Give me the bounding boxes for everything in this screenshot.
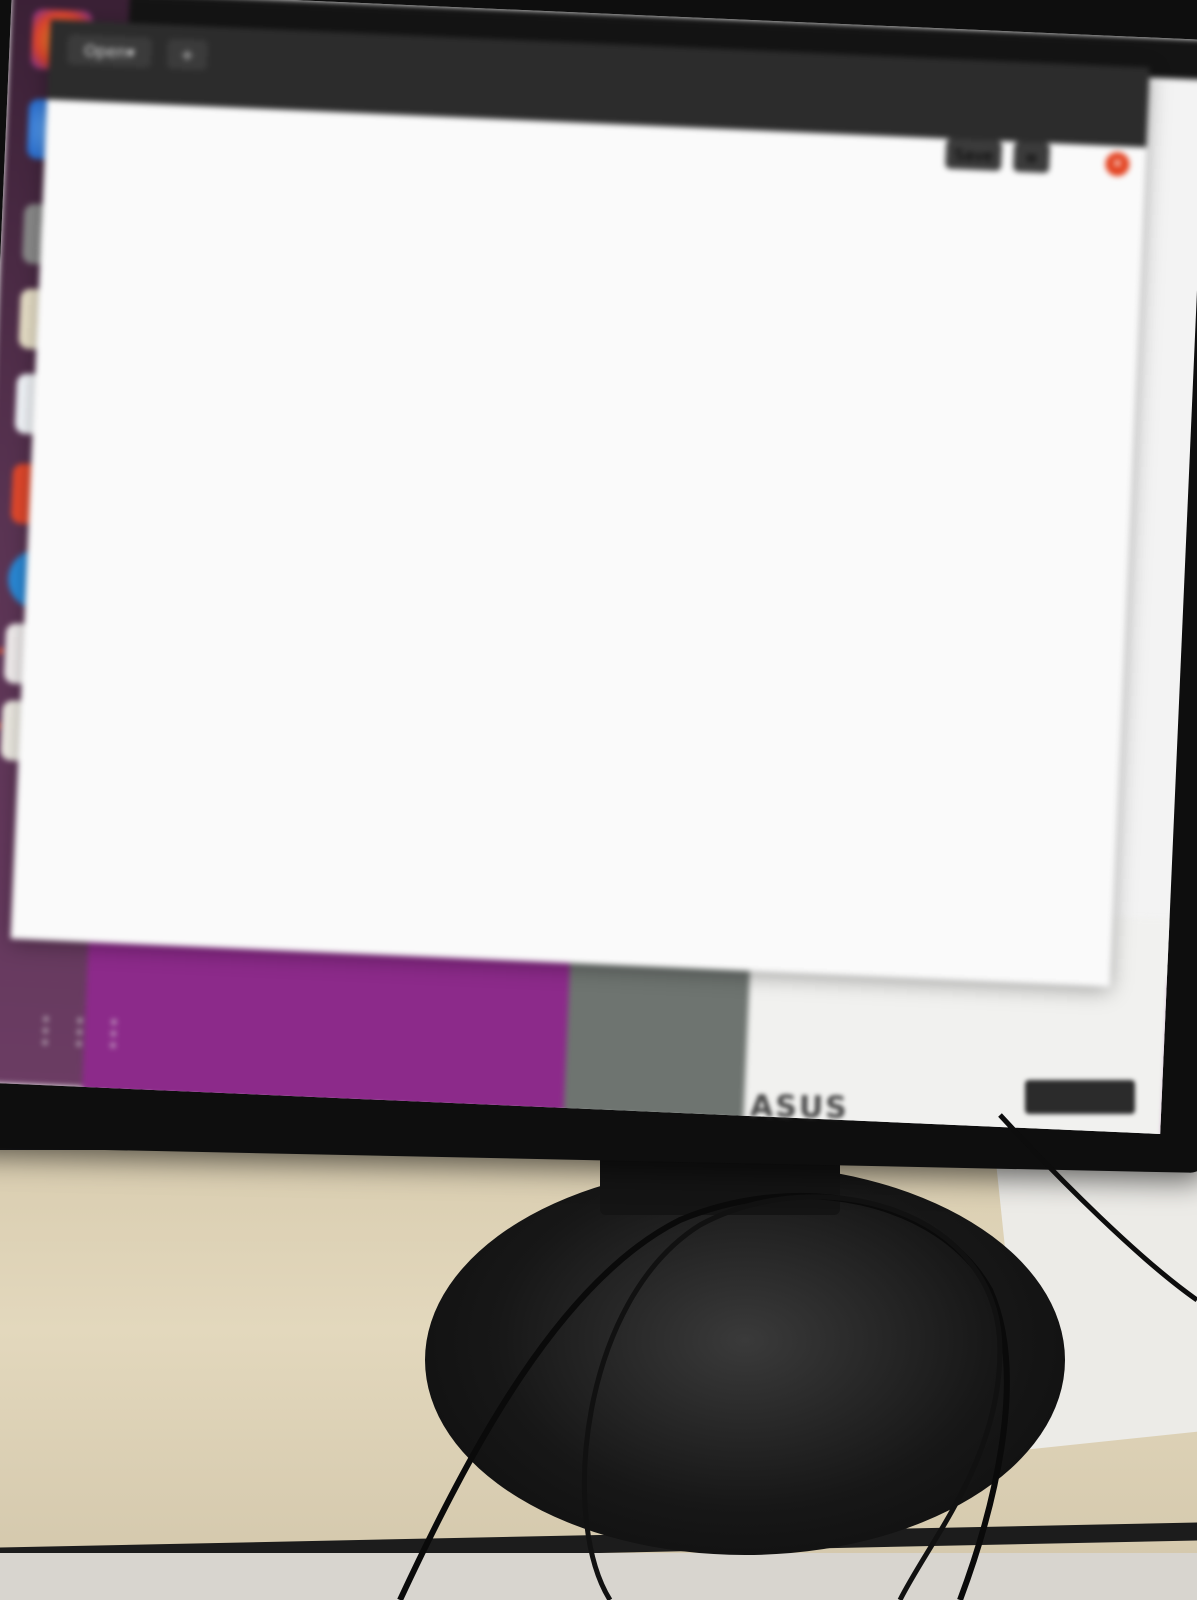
show-applications-icon[interactable]: ⋮⋮⋮ xyxy=(27,1010,132,1062)
monitor-stand-base xyxy=(425,1165,1065,1555)
text-editor-window: Open ▾ + Save ≡ ✕ xyxy=(10,19,1150,987)
monitor-model-label xyxy=(1025,1080,1135,1114)
code-editor[interactable] xyxy=(33,100,1106,935)
new-tab-label: + xyxy=(180,44,195,65)
active-indicator xyxy=(0,647,4,655)
close-icon[interactable]: ✕ xyxy=(1104,151,1130,177)
monitor-screen: ▤ ◉ ☰ ▲ ? ∿ ✎ ⋮⋮⋮ Open ▾ + Save ≡ xyxy=(0,0,1197,1134)
monitor-brand-logo: ASUS xyxy=(749,1089,850,1126)
wallpaper-gray-panel xyxy=(563,953,751,1121)
new-tab-button[interactable]: + xyxy=(166,38,208,71)
monitor-bezel: ▤ ◉ ☰ ▲ ? ∿ ✎ ⋮⋮⋮ Open ▾ + Save ≡ xyxy=(0,0,1197,1174)
desk-front xyxy=(0,1553,1197,1600)
desktop: ▤ ◉ ☰ ▲ ? ∿ ✎ ⋮⋮⋮ Open ▾ + Save ≡ xyxy=(0,0,1197,1134)
open-button[interactable]: Open ▾ xyxy=(66,34,153,68)
open-button-label: Open xyxy=(83,40,128,62)
